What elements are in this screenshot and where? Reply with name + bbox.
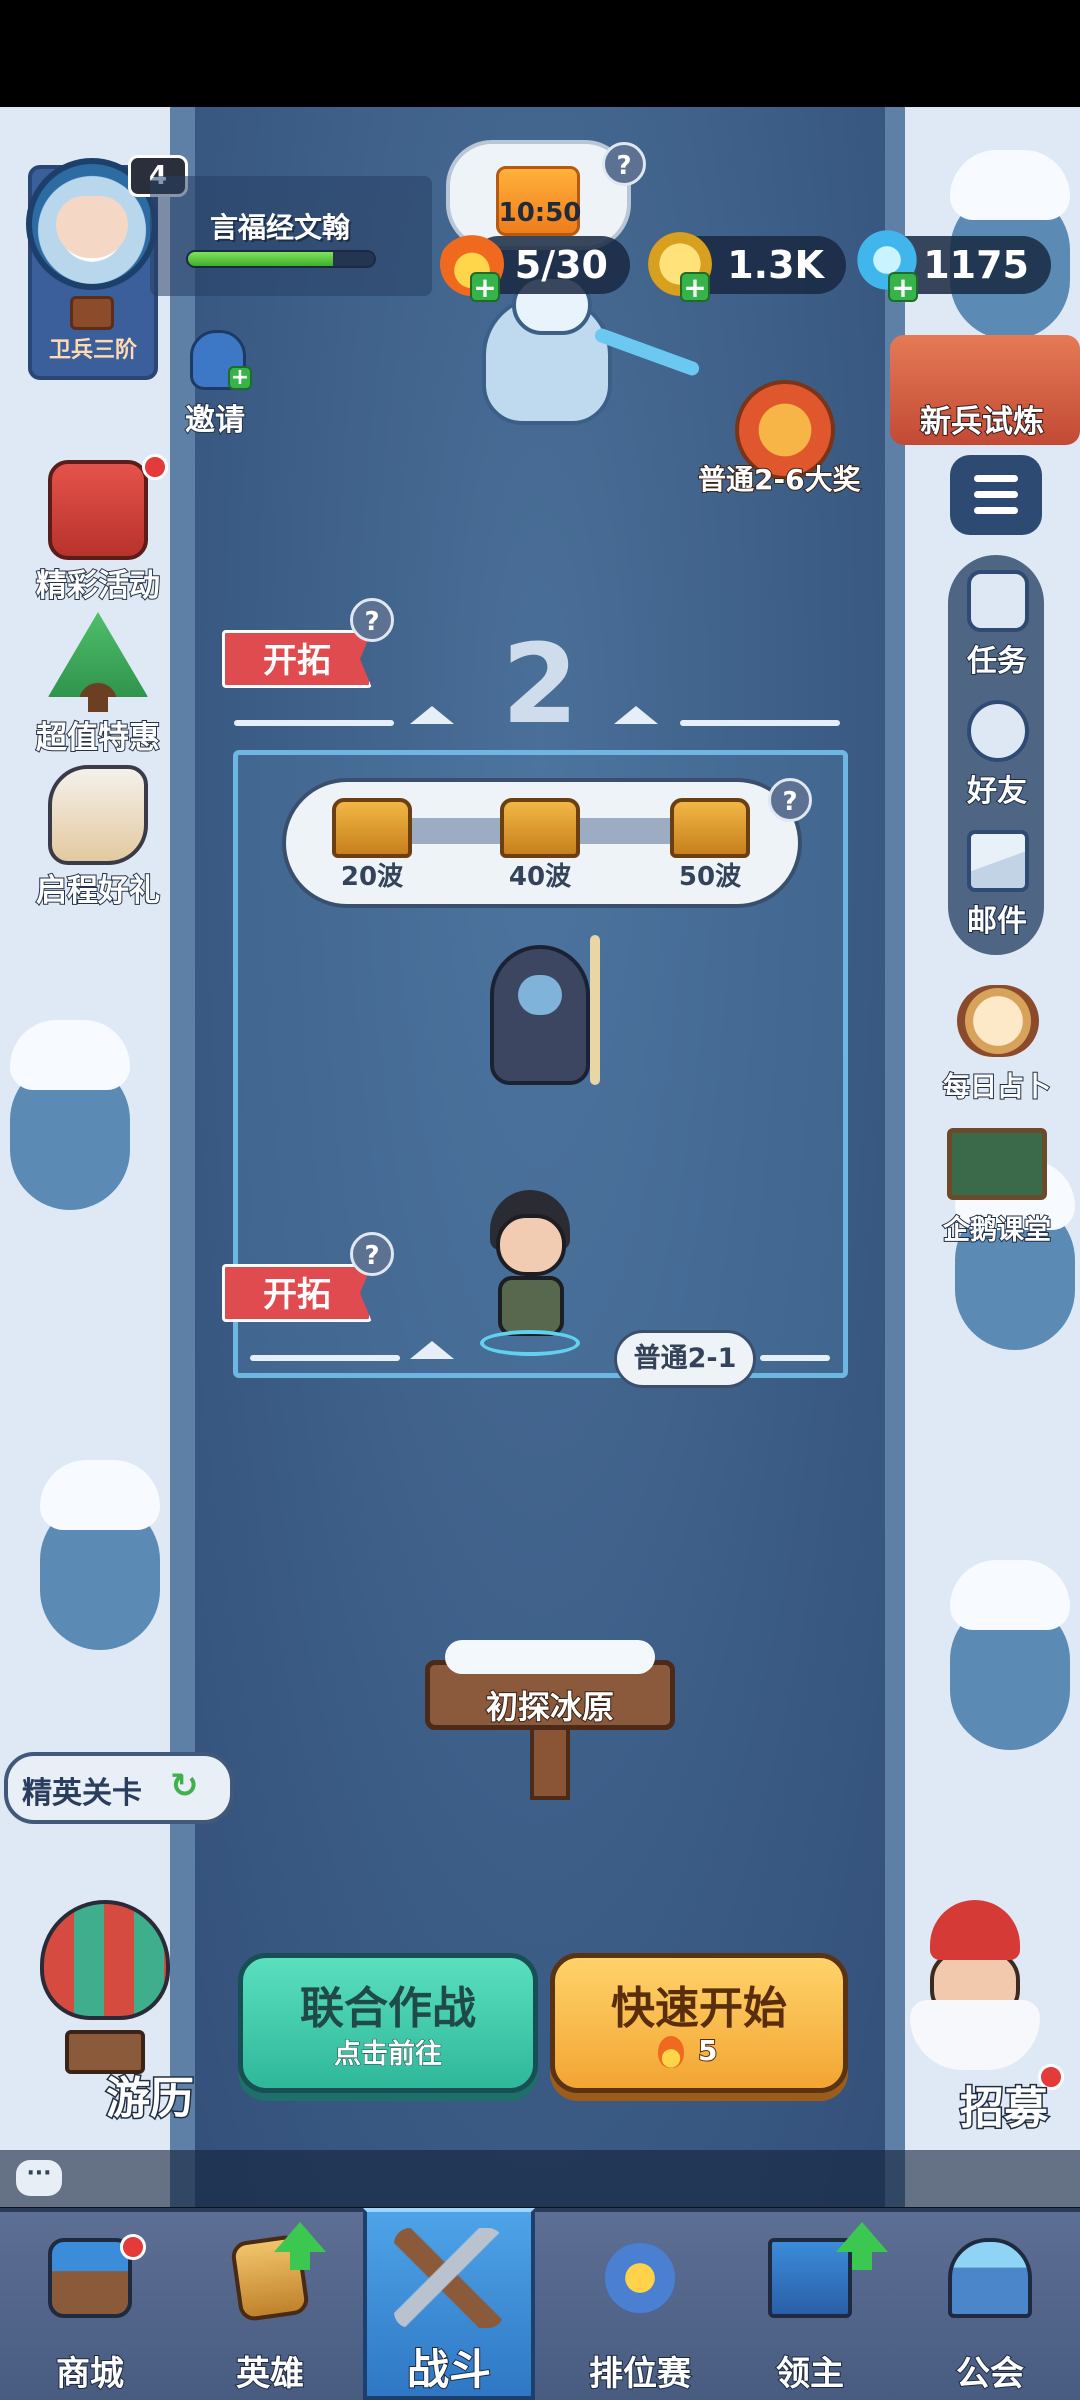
right-item-label: 任务 xyxy=(966,643,1028,680)
co-op-title[interactable]: 联合作战 xyxy=(238,1972,538,2036)
treasure-chest-icon[interactable] xyxy=(670,798,750,858)
right-item-mail[interactable]: 邮件 xyxy=(937,830,1057,940)
side-item-events[interactable]: 精彩活动 xyxy=(18,460,178,610)
christmas-tree-icon xyxy=(48,612,148,712)
upgrade-arrow-icon xyxy=(274,2222,326,2252)
nav-label: 公会 xyxy=(955,2353,1025,2395)
help-icon[interactable]: ? xyxy=(350,598,394,642)
recruit-trial-label[interactable]: 新兵试炼 xyxy=(919,396,1045,441)
right-item-tasks[interactable]: 任务 xyxy=(937,570,1057,680)
nav-battle[interactable]: 战斗 xyxy=(363,2208,535,2400)
gem-plus-button[interactable]: + xyxy=(888,272,918,302)
notification-dot xyxy=(142,454,168,480)
side-item-label: 启程好礼 xyxy=(35,872,161,910)
upgrade-arrow-stem xyxy=(290,2252,310,2270)
help-icon[interactable]: ? xyxy=(768,778,812,822)
stage-number: 2 xyxy=(501,620,579,748)
refresh-arrow-icon: ↻ xyxy=(170,1766,199,1806)
right-item-friends[interactable]: 好友 xyxy=(937,700,1057,810)
divider-peak-icon xyxy=(614,706,658,724)
nav-guild[interactable]: 公会 xyxy=(900,2208,1080,2400)
player-rank-label: 卫兵三阶 xyxy=(48,338,137,363)
experience-fill xyxy=(188,252,334,266)
wave-reward-label: 50波 xyxy=(678,862,742,892)
player-hero-character xyxy=(470,1190,590,1360)
crossed-weapons-icon xyxy=(394,2228,504,2328)
energy-timer-text: 10:50 xyxy=(498,198,582,228)
dark-mage-boss xyxy=(480,915,610,1095)
nav-label: 商城 xyxy=(55,2353,125,2395)
divider xyxy=(680,720,840,726)
experience-bar xyxy=(186,250,376,268)
nav-shop[interactable]: 商城 xyxy=(0,2208,180,2400)
chat-strip[interactable] xyxy=(0,2150,1080,2210)
divider-peak-icon xyxy=(410,706,454,724)
current-stage-tag: 普通2-1 xyxy=(614,1330,756,1388)
snow-tree-icon xyxy=(0,1020,140,1220)
right-item-label: 企鹅课堂 xyxy=(942,1214,1052,1247)
right-item-penguin-class[interactable]: 企鹅课堂 xyxy=(937,1128,1057,1247)
right-item-label: 每日占卜 xyxy=(942,1071,1052,1104)
divider-peak-icon xyxy=(410,1341,454,1359)
area-name: 初探冰原 xyxy=(485,1687,615,1727)
explore-flag-top[interactable]: 开拓 xyxy=(222,630,372,688)
task-clipboard-icon xyxy=(967,570,1029,632)
side-item-deals[interactable]: 超值特惠 xyxy=(18,612,178,762)
rank-chest-icon xyxy=(70,296,114,330)
gold-plus-button[interactable]: + xyxy=(680,272,710,302)
side-item-start-gift[interactable]: 启程好礼 xyxy=(18,765,178,915)
recruit-label[interactable]: 招募 xyxy=(959,2072,1050,2136)
snow-tree-icon xyxy=(940,1560,1080,1760)
upgrade-arrow-stem xyxy=(852,2252,872,2270)
friends-icon xyxy=(967,700,1029,762)
chalkboard-penguin-icon xyxy=(947,1128,1047,1200)
status-bar xyxy=(0,0,1080,107)
help-icon[interactable]: ? xyxy=(602,142,646,186)
nav-label: 英雄 xyxy=(235,2353,305,2395)
nav-label: 战斗 xyxy=(406,2344,492,2395)
divider xyxy=(234,720,394,726)
invite-plus-icon: + xyxy=(228,366,252,390)
quick-start-cost: 5 xyxy=(697,2033,719,2068)
divider xyxy=(250,1355,400,1361)
nav-heroes[interactable]: 英雄 xyxy=(180,2208,360,2400)
player-name: 言福经文翰 xyxy=(210,211,351,244)
game-screen: 4 卫兵三阶 言福经文翰 + 邀请 10:50 ? 5/30 + 1.3K + … xyxy=(0,0,1080,2400)
right-item-label: 好友 xyxy=(966,773,1028,810)
guild-castle-icon xyxy=(948,2238,1032,2318)
nav-label: 领主 xyxy=(775,2353,845,2395)
chat-bubble-icon[interactable]: ··· xyxy=(16,2160,62,2196)
right-item-label: 邮件 xyxy=(966,903,1028,940)
quick-start-title[interactable]: 快速开始 xyxy=(550,1972,848,2036)
stamina-flame-icon xyxy=(658,2036,684,2068)
help-icon[interactable]: ? xyxy=(350,1232,394,1276)
snow-tree-icon xyxy=(30,1460,170,1660)
nav-ranked[interactable]: 排位赛 xyxy=(540,2208,740,2400)
upgrade-arrow-icon xyxy=(836,2222,888,2252)
notification-dot xyxy=(120,2234,146,2260)
gift-box-icon xyxy=(48,460,148,560)
avatar-face-icon xyxy=(56,196,128,258)
ranked-shield-icon xyxy=(598,2238,682,2318)
griffin-mount-icon xyxy=(48,765,148,865)
elite-stage-label[interactable]: 精英关卡 xyxy=(22,1768,142,1812)
crystal-ball-icon xyxy=(957,985,1039,1057)
nav-label: 排位赛 xyxy=(588,2353,692,2395)
right-item-daily-divination[interactable]: 每日占卜 xyxy=(937,985,1057,1104)
co-op-subtitle[interactable]: 点击前往 xyxy=(238,2032,538,2071)
stamina-plus-button[interactable]: + xyxy=(470,272,500,302)
treasure-chest-icon[interactable] xyxy=(332,798,412,858)
journey-label[interactable]: 游历 xyxy=(105,2062,196,2126)
divider xyxy=(760,1355,830,1361)
mail-envelope-icon xyxy=(967,830,1029,892)
invite-label[interactable]: 邀请 xyxy=(184,395,246,439)
wave-reward-label: 20波 xyxy=(340,862,404,892)
side-item-label: 超值特惠 xyxy=(35,719,161,757)
hamburger-menu-button[interactable] xyxy=(950,455,1042,535)
side-item-label: 精彩活动 xyxy=(35,567,161,605)
wave-reward-label: 40波 xyxy=(508,862,572,892)
treasure-chest-icon[interactable] xyxy=(500,798,580,858)
explore-flag-bottom[interactable]: 开拓 xyxy=(222,1264,372,1322)
stage-prize-label[interactable]: 普通2-6大奖 xyxy=(697,458,862,498)
